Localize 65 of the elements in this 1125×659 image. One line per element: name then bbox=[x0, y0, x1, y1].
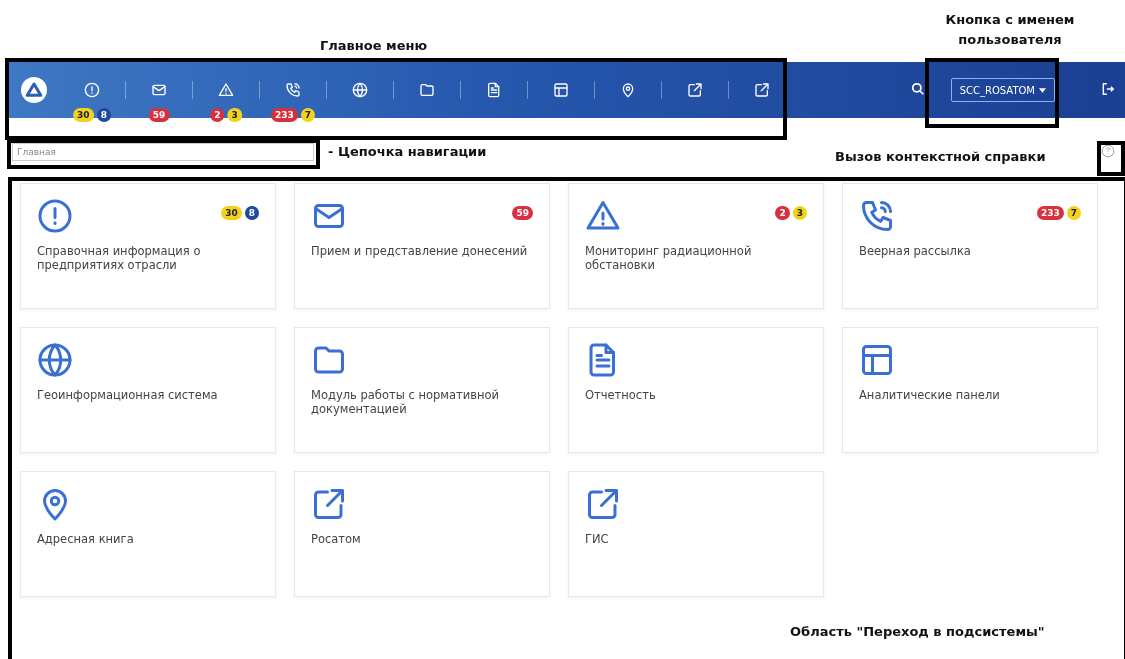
subsystem-card[interactable]: Адресная книга bbox=[20, 471, 276, 597]
subsystem-card[interactable]: Отчетность bbox=[568, 327, 824, 453]
card-title: Росатом bbox=[311, 532, 362, 546]
globe-icon bbox=[37, 342, 73, 378]
annotation-label: Кнопка с именем пользователя bbox=[944, 11, 1076, 49]
card-title: Веерная рассылка bbox=[859, 244, 972, 258]
annotation-label: Вызов контекстной справки bbox=[835, 149, 1046, 164]
count-badge: 3 bbox=[792, 206, 807, 220]
info-icon bbox=[84, 82, 100, 98]
warning-icon bbox=[218, 82, 234, 98]
layout-icon bbox=[859, 342, 895, 378]
phone-icon bbox=[285, 82, 301, 98]
card-title: Модуль работы с нормативной документацией bbox=[311, 388, 500, 416]
user-button[interactable]: SCC_ROSATOM bbox=[950, 78, 1055, 102]
external-link-icon bbox=[754, 82, 770, 98]
subsystem-card[interactable]: 233 7 Веерная рассылка bbox=[842, 183, 1098, 309]
count-badge: 30 bbox=[73, 108, 94, 122]
external-link-icon bbox=[585, 486, 621, 522]
globe-icon bbox=[352, 82, 368, 98]
mail-icon bbox=[151, 82, 167, 98]
subsystem-card[interactable]: 59 Прием и представление донесений bbox=[294, 183, 550, 309]
card-title: Справочная информация о предприятиях отрасли bbox=[37, 244, 202, 272]
count-badge: 59 bbox=[512, 206, 533, 220]
card-title: Отчетность bbox=[585, 388, 657, 402]
caret-icon bbox=[1039, 87, 1046, 93]
card-title: Прием и представление донесений bbox=[311, 244, 529, 258]
subsystem-card[interactable]: Геоинформационная система bbox=[20, 327, 276, 453]
layout-icon bbox=[553, 82, 569, 98]
card-title: ГИС bbox=[585, 532, 610, 546]
count-badge: 2 bbox=[210, 108, 225, 122]
annotation-label: Главное меню bbox=[320, 38, 428, 53]
annotation-label: Область "Переход в подсистемы" bbox=[790, 624, 1045, 639]
help-icon bbox=[1101, 143, 1115, 158]
subsystem-card[interactable]: Модуль работы с нормативной документацией bbox=[294, 327, 550, 453]
count-badge: 233 bbox=[1036, 206, 1064, 220]
folder-icon bbox=[419, 82, 435, 98]
phone-icon bbox=[859, 198, 895, 234]
count-badge: 8 bbox=[96, 108, 111, 122]
count-badge: 59 bbox=[148, 108, 170, 122]
info-icon bbox=[37, 198, 73, 234]
count-badge: 7 bbox=[300, 108, 316, 122]
subsystem-card[interactable]: Росатом bbox=[294, 471, 550, 597]
subsystem-card[interactable]: 2 3 Мониторинг радиационной обстановки bbox=[568, 183, 824, 309]
card-title: Геоинформационная система bbox=[37, 388, 219, 402]
logout-icon bbox=[1101, 81, 1115, 96]
card-title: Мониторинг радиационной обстановки bbox=[585, 244, 753, 272]
annotation-label: - Цепочка навигации bbox=[328, 144, 487, 159]
location-icon bbox=[620, 82, 636, 98]
subsystem-card[interactable]: Аналитические панели bbox=[842, 327, 1098, 453]
card-title: Адресная книга bbox=[37, 532, 135, 546]
logo-icon[interactable] bbox=[21, 77, 47, 103]
count-badge: 2 bbox=[775, 206, 790, 220]
count-badge: 3 bbox=[227, 108, 242, 122]
count-badge: 30 bbox=[221, 206, 242, 220]
document-icon bbox=[486, 82, 502, 98]
breadcrumb-link[interactable]: Главная bbox=[12, 143, 314, 161]
subsystem-card[interactable]: ГИС bbox=[568, 471, 824, 597]
external-link-icon bbox=[687, 82, 703, 98]
count-badge: 7 bbox=[1066, 206, 1081, 220]
search-icon bbox=[910, 81, 925, 96]
count-badge: 8 bbox=[244, 206, 259, 220]
external-link-icon bbox=[311, 486, 347, 522]
subsystem-card[interactable]: 30 8 Справочная информация о предприятиях отрасли bbox=[20, 183, 276, 309]
card-title: Аналитические панели bbox=[859, 388, 1001, 402]
count-badge: 233 bbox=[270, 108, 298, 122]
